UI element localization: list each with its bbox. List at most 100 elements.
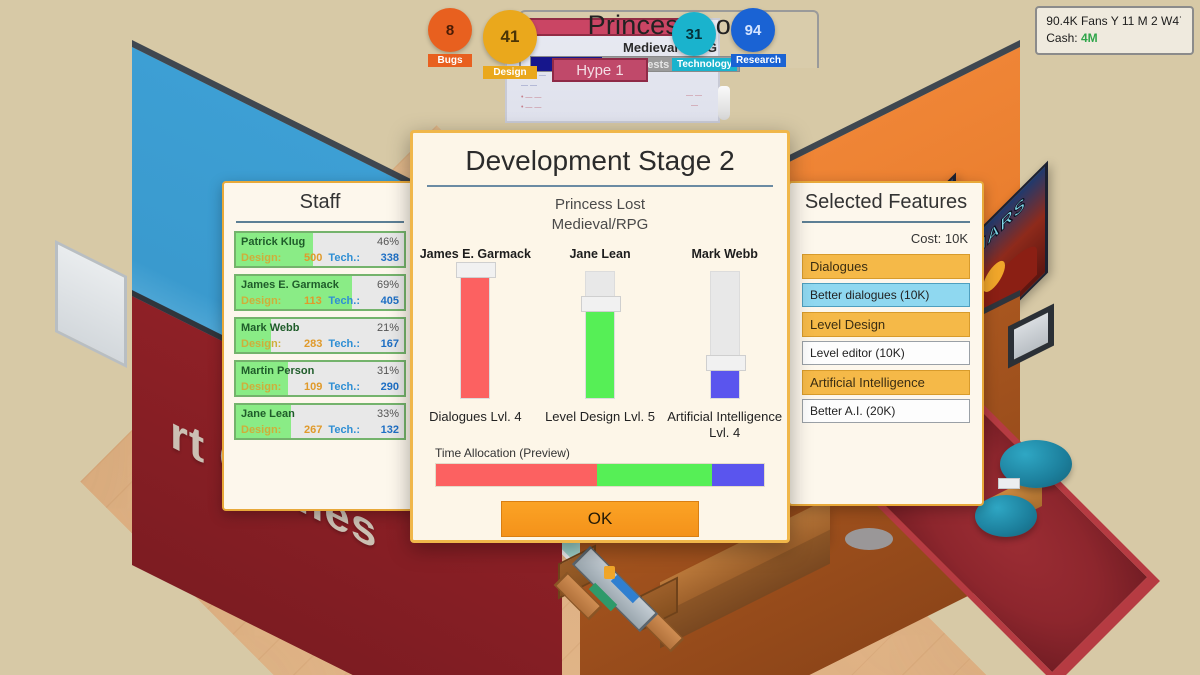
staff-percent: 33% <box>376 408 399 420</box>
staff-row[interactable]: Patrick Klug 46% Design: 500 Tech.: 338 <box>234 231 406 268</box>
ok-button[interactable]: OK <box>501 501 699 537</box>
staff-design-value: 500 <box>304 252 323 264</box>
design-value: 41 <box>483 10 537 64</box>
staff-design-value: 109 <box>304 381 323 393</box>
stat-bugs[interactable]: 8 Bugs <box>428 8 472 67</box>
allocation-slider-knob[interactable] <box>456 261 497 278</box>
dialog-title-divider <box>427 185 773 187</box>
staff-percent: 21% <box>376 322 399 334</box>
developer-column: Mark Webb Artificial Intelligence Lvl. 4 <box>662 247 787 443</box>
staff-design-label: Design: <box>241 295 282 307</box>
features-cost: Cost: 10K <box>910 231 968 246</box>
staff-percent: 69% <box>376 279 399 291</box>
bugs-value: 8 <box>428 8 472 52</box>
staff-list: Patrick Klug 46% Design: 500 Tech.: 338 James … <box>224 231 416 440</box>
allocation-slider-fill <box>461 271 490 398</box>
fans-date-line: 90.4K Fans Y 11 M 2 W4˙ <box>1046 14 1183 28</box>
game-console <box>998 478 1020 489</box>
development-stage-dialog: Development Stage 2 Princess Lost Mediev… <box>410 130 790 543</box>
feature-group-header: Level Design <box>802 312 970 337</box>
staff-name: Martin Person <box>241 365 315 377</box>
selected-features-panel: Selected Features Cost: 10K Dialogues Bet… <box>788 181 984 506</box>
current-game-genre: Medieval / RPG <box>623 40 717 55</box>
staff-name: Patrick Klug <box>241 236 306 248</box>
coffee-cup <box>604 566 615 579</box>
stat-technology[interactable]: 31 Technology <box>672 12 738 71</box>
developer-column: James E. Garmack Dialogues Lvl. 4 <box>413 247 538 443</box>
developer-field: Level Design Lvl. 5 <box>545 408 655 424</box>
allocation-slider[interactable] <box>705 270 746 399</box>
staff-name: Jane Lean <box>241 408 295 420</box>
current-game-title: Princess Lost <box>587 10 753 40</box>
features-list: Dialogues Better dialogues (10K) Level Des… <box>790 254 982 423</box>
staff-tech-value: 290 <box>380 381 399 393</box>
staff-row[interactable]: Martin Person 31% Design: 109 Tech.: 290 <box>234 360 406 397</box>
stat-research[interactable]: 94 Research <box>731 8 787 67</box>
dialog-game-title: Princess Lost <box>554 196 646 213</box>
developer-name: James E. Garmack <box>419 246 531 261</box>
feature-item[interactable]: Better dialogues (10K) <box>802 283 970 307</box>
features-panel-title: Selected Features <box>804 191 968 213</box>
research-label: Research <box>731 54 787 67</box>
allocation-slider-knob[interactable] <box>705 355 746 372</box>
technology-label: Technology <box>672 58 738 71</box>
staff-name: James E. Garmack <box>241 279 339 291</box>
technology-value: 31 <box>672 12 716 56</box>
time-allocation-segment <box>436 464 597 486</box>
staff-panel-divider <box>236 221 404 223</box>
developer-name: Jane Lean <box>569 246 631 261</box>
top-hud: Princess Lost Medieval / RPG Story/Quest… <box>0 0 1200 92</box>
beanbag-1 <box>975 495 1037 537</box>
staff-row[interactable]: Jane Lean 33% Design: 267 Tech.: 132 <box>234 403 406 440</box>
features-panel-divider <box>802 221 970 223</box>
staff-design-label: Design: <box>241 381 282 393</box>
staff-panel-title: Staff <box>299 191 341 213</box>
time-allocation-bar <box>435 463 765 487</box>
stat-design[interactable]: 41 Design <box>483 10 537 79</box>
allocation-slider[interactable] <box>581 270 621 399</box>
staff-panel: Staff Patrick Klug 46% Design: 500 Tech.: 338… <box>222 181 418 511</box>
bugs-label: Bugs <box>428 54 472 67</box>
feature-group-header: Dialogues <box>802 254 970 279</box>
staff-design-value: 113 <box>304 295 322 307</box>
developer-name: Mark Webb <box>691 246 758 261</box>
dialog-title: Development Stage 2 <box>465 145 735 176</box>
developer-column: Jane Lean Level Design Lvl. 5 <box>538 247 663 443</box>
status-bar[interactable]: 90.4K Fans Y 11 M 2 W4˙ Cash: 4M <box>1035 6 1194 55</box>
cash-value: 4M <box>1080 31 1098 46</box>
staff-percent: 46% <box>376 236 399 248</box>
staff-row[interactable]: Mark Webb 21% Design: 283 Tech.: 167 <box>234 317 406 354</box>
staff-design-value: 267 <box>304 424 323 436</box>
design-label: Design <box>483 66 537 79</box>
office-swivel-chair <box>845 528 893 550</box>
allocation-slider[interactable] <box>456 261 497 399</box>
staff-tech-label: Tech.: <box>328 252 360 264</box>
office-door <box>55 240 127 368</box>
hype-badge: Hype 1 <box>552 58 648 82</box>
feature-group-header: Artificial Intelligence <box>802 370 970 395</box>
developer-field: Artificial Intelligence Lvl. 4 <box>667 408 783 441</box>
staff-name: Mark Webb <box>241 322 300 334</box>
allocation-slider-knob[interactable] <box>581 296 621 313</box>
staff-tech-label: Tech.: <box>328 381 360 393</box>
cash-label: Cash: <box>1046 31 1078 46</box>
staff-design-label: Design: <box>241 338 282 350</box>
staff-tech-label: Tech.: <box>328 295 360 307</box>
allocation-slider-fill <box>586 305 614 398</box>
feature-item[interactable]: Better A.I. (20K) <box>802 399 970 423</box>
research-value: 94 <box>731 8 775 52</box>
dialog-game-genre: Medieval/RPG <box>551 215 649 233</box>
staff-row[interactable]: James E. Garmack 69% Design: 113 Tech.: 405 <box>234 274 406 311</box>
staff-design-label: Design: <box>241 252 282 264</box>
developer-columns: James E. Garmack Dialogues Lvl. 4 Jane Lea… <box>413 247 787 443</box>
developer-field: Dialogues Lvl. 4 <box>429 408 522 424</box>
feature-item[interactable]: Level editor (10K) <box>802 341 970 365</box>
staff-percent: 31% <box>376 365 399 377</box>
staff-tech-value: 338 <box>380 252 399 264</box>
staff-tech-value: 132 <box>380 424 399 436</box>
staff-design-value: 283 <box>304 338 323 350</box>
staff-tech-label: Tech.: <box>328 338 360 350</box>
staff-tech-value: 167 <box>380 338 399 350</box>
staff-tech-label: Tech.: <box>328 424 360 436</box>
time-allocation-label: Time Allocation (Preview) <box>435 446 570 460</box>
